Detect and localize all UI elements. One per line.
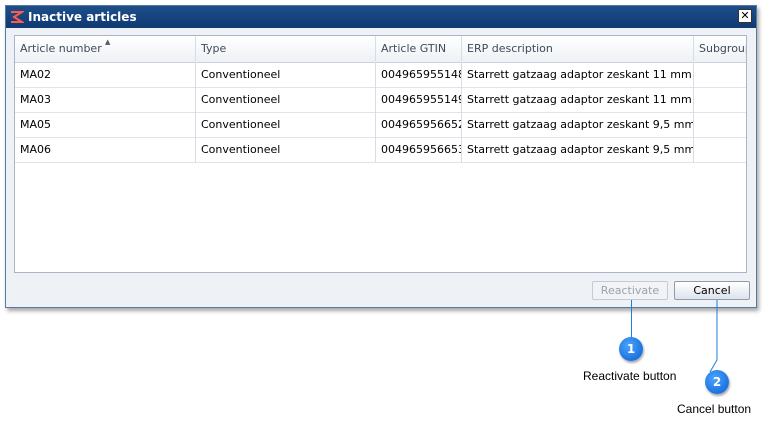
callout-line-1 <box>631 300 632 338</box>
cell-article-gtin: 0049659566529 <box>376 112 462 137</box>
cell-subgroup <box>694 112 746 137</box>
cell-type: Conventioneel <box>196 87 376 112</box>
cell-type: Conventioneel <box>196 112 376 137</box>
cell-erp-description: Starrett gatzaag adaptor zeskant 9,5 mm … <box>462 112 694 137</box>
callout-label-reactivate: Reactivate button <box>583 369 677 383</box>
cell-erp-description: Starrett gatzaag adaptor zeskant 11 mm M… <box>462 62 694 87</box>
cell-article-gtin: 0049659566536 <box>376 137 462 162</box>
table-row[interactable]: MA02 Conventioneel 0049659551488 Starret… <box>15 62 746 88</box>
table-row[interactable]: MA06 Conventioneel 0049659566536 Starret… <box>15 137 746 163</box>
cell-type: Conventioneel <box>196 137 376 162</box>
app-logo-icon <box>11 11 24 23</box>
callout-badge-2: 2 <box>705 370 729 394</box>
cancel-button[interactable]: Cancel <box>674 281 750 300</box>
table-row[interactable]: MA03 Conventioneel 0049659551495 Starret… <box>15 87 746 113</box>
cell-type: Conventioneel <box>196 62 376 87</box>
column-header-subgroup[interactable]: Subgroup <box>694 36 746 61</box>
callout-badge-1: 1 <box>619 337 643 361</box>
column-header-article-gtin[interactable]: Article GTIN <box>376 36 462 61</box>
column-header-article-number[interactable]: Article number ▲ <box>15 36 196 61</box>
grid-header-row: Article number ▲ Type Article GTIN ERP d… <box>15 36 746 63</box>
cell-erp-description: Starrett gatzaag adaptor zeskant 9,5 mm … <box>462 137 694 162</box>
close-icon: ✕ <box>740 9 750 22</box>
cell-subgroup <box>694 87 746 112</box>
cell-article-number: MA06 <box>15 137 196 162</box>
dialog-title: Inactive articles <box>28 10 137 24</box>
column-header-type[interactable]: Type <box>196 36 376 61</box>
inactive-articles-dialog: Inactive articles ✕ Article number ▲ Typ… <box>5 5 757 308</box>
close-button[interactable]: ✕ <box>738 9 752 23</box>
callout-label-cancel: Cancel button <box>677 402 752 416</box>
callout-line-2 <box>709 300 718 372</box>
cell-article-gtin: 0049659551495 <box>376 87 462 112</box>
cell-article-gtin: 0049659551488 <box>376 62 462 87</box>
cell-subgroup <box>694 137 746 162</box>
sort-ascending-icon: ▲ <box>105 38 111 46</box>
articles-grid[interactable]: Article number ▲ Type Article GTIN ERP d… <box>14 35 747 273</box>
cell-article-number: MA02 <box>15 62 196 87</box>
reactivate-button[interactable]: Reactivate <box>592 281 668 300</box>
cell-article-number: MA05 <box>15 112 196 137</box>
cell-article-number: MA03 <box>15 87 196 112</box>
column-header-erp-description[interactable]: ERP description <box>462 36 694 61</box>
cell-subgroup <box>694 62 746 87</box>
cell-erp-description: Starrett gatzaag adaptor zeskant 11 mm M… <box>462 87 694 112</box>
dialog-title-bar[interactable]: Inactive articles ✕ <box>6 6 756 28</box>
table-row[interactable]: MA05 Conventioneel 0049659566529 Starret… <box>15 112 746 138</box>
